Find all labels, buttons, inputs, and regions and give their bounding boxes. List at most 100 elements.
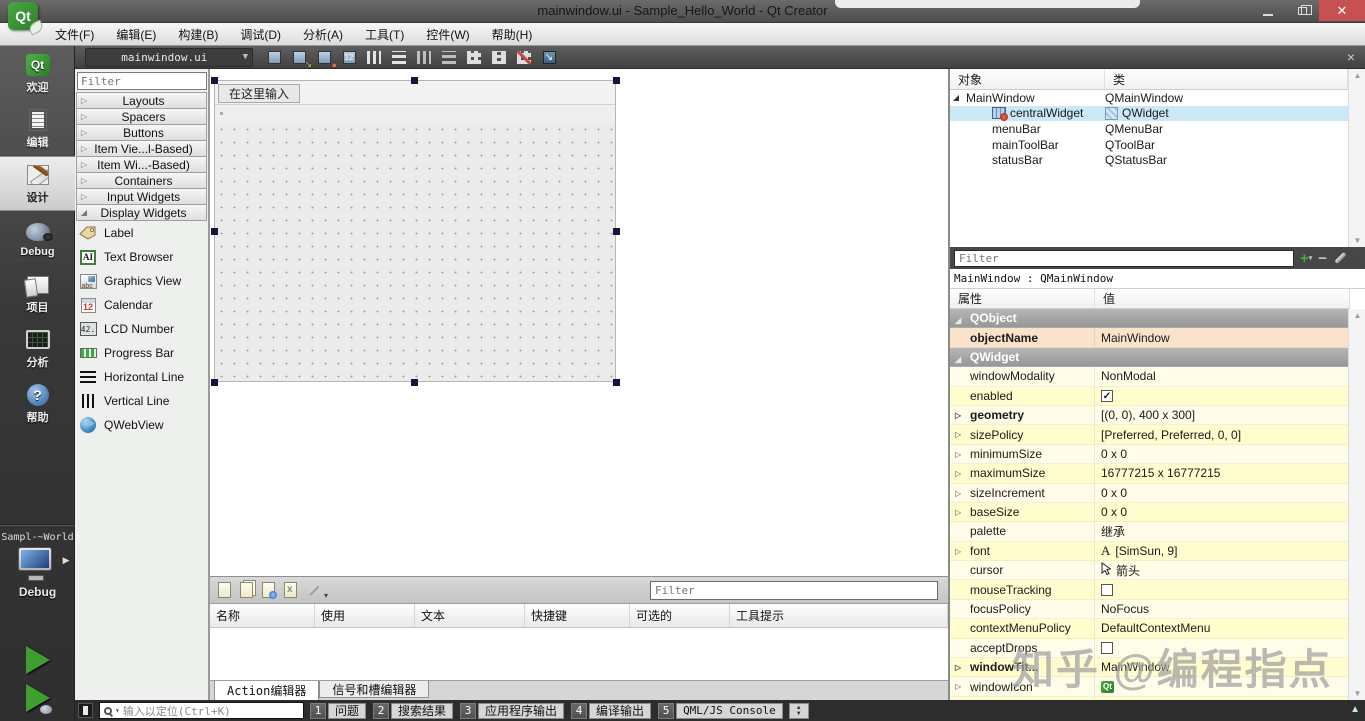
value-column-header[interactable]: 值: [1095, 289, 1350, 308]
output-pane-3[interactable]: 3 应用程序输出: [460, 702, 565, 719]
mode-button-欢迎[interactable]: Qt 欢迎: [0, 46, 75, 101]
collapsed-triangle-icon[interactable]: ▷: [955, 547, 961, 556]
menu-item[interactable]: 文件(F): [46, 24, 103, 45]
property-value[interactable]: 16777215 x 16777215: [1095, 466, 1350, 480]
action-column-header[interactable]: 文本: [415, 604, 525, 627]
widget-category-InputWidgets[interactable]: ▷ Input Widgets: [76, 188, 207, 205]
restore-button[interactable]: [1285, 0, 1319, 21]
property-value[interactable]: DefaultContextMenu: [1095, 621, 1350, 635]
menu-item[interactable]: 构建(B): [169, 24, 227, 45]
mode-button-Debug[interactable]: Debug: [0, 211, 75, 266]
layout-form-icon[interactable]: [490, 49, 508, 66]
widget-filter-input[interactable]: [77, 72, 207, 90]
property-value[interactable]: NonModal: [1095, 369, 1350, 383]
selection-handle[interactable]: [211, 77, 218, 84]
property-group-QObject[interactable]: ◢ QObject: [950, 309, 1350, 329]
widget-category-ItemVielBased[interactable]: ▷ Item Vie...l-Based): [76, 140, 207, 157]
debug-run-button[interactable]: [25, 684, 52, 714]
selection-handle[interactable]: [411, 379, 418, 386]
object-column-header[interactable]: 对象: [950, 69, 1105, 89]
selection-handle[interactable]: [613, 77, 620, 84]
copy-action-icon[interactable]: [240, 582, 253, 598]
open-file-selector[interactable]: mainwindow.ui ▼: [85, 47, 253, 67]
scroll-up-icon[interactable]: ▲: [1349, 71, 1365, 80]
edit-signals-slots-icon[interactable]: ↘: [290, 49, 312, 69]
class-column-header[interactable]: 类: [1105, 69, 1348, 89]
property-group-QWidget[interactable]: ◢ QWidget: [950, 347, 1350, 368]
edit-widgets-icon[interactable]: [265, 49, 283, 66]
menu-item[interactable]: 编辑(E): [107, 24, 165, 45]
run-button[interactable]: [25, 646, 50, 674]
property-filter-input[interactable]: [954, 249, 1294, 267]
configure-wrench-icon[interactable]: [1333, 250, 1355, 268]
close-button[interactable]: ✕: [1319, 0, 1365, 21]
widget-category-Buttons[interactable]: ▷ Buttons: [76, 124, 207, 141]
widget-item-lcd[interactable]: 42. LCD Number: [75, 317, 208, 341]
mode-button-分析[interactable]: 分析: [0, 321, 75, 376]
menu-item[interactable]: 控件(W): [417, 24, 478, 45]
property-row-enabled[interactable]: enabled ✓: [950, 386, 1350, 406]
object-row-MainWindow[interactable]: ◢ MainWindow QMainWindow: [950, 90, 1348, 106]
tab-action-editor[interactable]: Action编辑器: [214, 681, 320, 701]
collapsed-triangle-icon[interactable]: ▷: [955, 663, 961, 672]
widget-item-progress[interactable]: Progress Bar: [75, 341, 208, 365]
layout-vertical-icon[interactable]: [390, 49, 408, 66]
property-value[interactable]: ✓: [1095, 389, 1350, 402]
property-value[interactable]: 0 x 0: [1095, 447, 1350, 461]
remove-dynamic-property-icon[interactable]: −: [1318, 250, 1327, 267]
property-row-sizePolicy[interactable]: ▷ sizePolicy [Preferred, Preferred, 0, 0]: [950, 425, 1350, 445]
output-pane-5[interactable]: 5 QML/JS Console: [658, 702, 783, 719]
selection-handle[interactable]: [211, 228, 218, 235]
add-dynamic-property-icon[interactable]: +: [1300, 251, 1312, 266]
checkbox-checked-icon[interactable]: ✓: [1101, 389, 1113, 402]
collapsed-triangle-icon[interactable]: ▷: [955, 489, 961, 498]
property-row-sizeIncrement[interactable]: ▷ sizeIncrement 0 x 0: [950, 483, 1350, 503]
output-pane-1[interactable]: 1 问题: [310, 702, 367, 719]
property-value[interactable]: NoFocus: [1095, 602, 1350, 616]
selection-handle[interactable]: [411, 77, 418, 84]
selection-handle[interactable]: [211, 379, 218, 386]
locator-input[interactable]: ▾ 输入以定位(Ctrl+K): [99, 702, 304, 719]
menu-item[interactable]: 工具(T): [356, 24, 413, 45]
mode-button-设计[interactable]: 设计: [0, 156, 75, 211]
widget-category-ItemWiBased[interactable]: ▷ Item Wi...-Based): [76, 156, 207, 173]
object-row-mainToolBar[interactable]: mainToolBar QToolBar: [950, 137, 1348, 153]
action-column-header[interactable]: 使用: [315, 604, 415, 627]
delete-action-icon[interactable]: x: [284, 582, 297, 598]
property-value[interactable]: [1095, 583, 1350, 596]
menu-item[interactable]: 调试(D): [231, 24, 290, 45]
kit-selector[interactable]: Sampl-~World ▶ Debug: [0, 524, 75, 599]
adjust-size-icon[interactable]: ↘: [540, 49, 558, 66]
action-column-header[interactable]: 可选的: [630, 604, 730, 627]
property-row-objectName[interactable]: objectName MainWindow: [950, 328, 1350, 348]
action-column-header[interactable]: 工具提示: [730, 604, 948, 627]
selection-handle[interactable]: [613, 228, 620, 235]
designed-form[interactable]: 在这里输入: [214, 80, 616, 382]
widget-item-web[interactable]: QWebView: [75, 413, 208, 437]
output-pane-2[interactable]: 2 搜索结果: [373, 702, 454, 719]
property-value[interactable]: A [SimSun, 9]: [1095, 543, 1350, 559]
mode-button-项目[interactable]: 项目: [0, 266, 75, 321]
form-editor-canvas[interactable]: 在这里输入: [210, 69, 948, 576]
configure-icon[interactable]: [306, 582, 328, 600]
edit-tab-order-icon[interactable]: 12: [340, 49, 358, 66]
widget-item-calendar[interactable]: 12 Calendar: [75, 293, 208, 317]
property-row-palette[interactable]: palette 继承: [950, 522, 1350, 542]
toolbar-close-button[interactable]: ×: [1343, 49, 1359, 65]
property-row-focusPolicy[interactable]: focusPolicy NoFocus: [950, 599, 1350, 620]
property-value[interactable]: [(0, 0), 400 x 300]: [1095, 408, 1350, 422]
action-column-header[interactable]: 名称: [210, 604, 315, 627]
action-list[interactable]: [210, 628, 948, 680]
property-row-baseSize[interactable]: ▷ baseSize 0 x 0: [950, 502, 1350, 523]
object-row-statusBar[interactable]: statusBar QStatusBar: [950, 152, 1348, 168]
collapsed-triangle-icon[interactable]: ▷: [955, 682, 961, 691]
object-row-menuBar[interactable]: menuBar QMenuBar: [950, 121, 1348, 137]
widget-category-DisplayWidgets[interactable]: ◢ Display Widgets: [76, 204, 207, 221]
property-column-header[interactable]: 属性: [950, 289, 1095, 308]
property-value[interactable]: 0 x 0: [1095, 505, 1350, 519]
action-column-header[interactable]: 快捷键: [525, 604, 630, 627]
collapsed-triangle-icon[interactable]: ▷: [955, 430, 961, 439]
menu-type-here[interactable]: 在这里输入: [218, 84, 301, 103]
collapsed-triangle-icon[interactable]: ▷: [955, 450, 961, 459]
property-value[interactable]: 箭头: [1095, 562, 1350, 579]
